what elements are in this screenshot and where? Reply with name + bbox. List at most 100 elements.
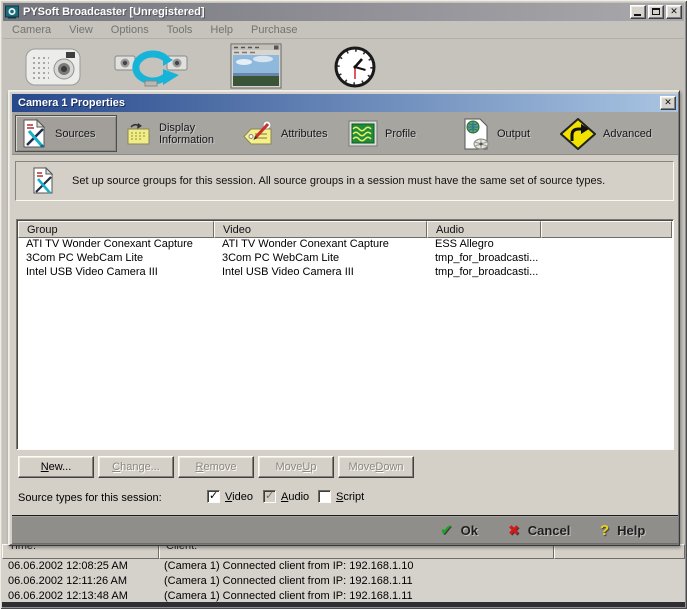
sources-info-icon xyxy=(30,166,56,196)
cell-video: ATI TV Wonder Conexant Capture xyxy=(214,238,427,252)
rotate-camera-toolbar-button[interactable] xyxy=(113,47,189,94)
check-icon: ✓ xyxy=(209,489,218,502)
cell-audio: ESS Allegro xyxy=(427,238,541,252)
ok-label: Ok xyxy=(461,523,478,538)
cell-audio: tmp_for_broadcasti... xyxy=(427,266,541,280)
tab-label: Advanced xyxy=(603,128,652,140)
dialog-title: Camera 1 Properties xyxy=(18,97,658,109)
menu-item-camera[interactable]: Camera xyxy=(3,24,60,36)
change-button[interactable]: Change... xyxy=(98,456,174,478)
script-checkbox-box[interactable]: ✓ xyxy=(318,490,331,503)
help-button[interactable]: ? Help xyxy=(600,519,645,541)
log-time: 06.06.2002 12:08:25 AM xyxy=(8,559,128,574)
tab-output[interactable]: Output xyxy=(458,115,550,152)
menubar: Camera View Options Tools Help Purchase xyxy=(3,22,684,39)
new-button[interactable]: New... xyxy=(18,456,94,478)
dialog-close-button[interactable]: ✕ xyxy=(660,96,676,110)
tab-label: Profile xyxy=(385,128,416,140)
move-down-button[interactable]: Move Down xyxy=(338,456,414,478)
menu-item-help[interactable]: Help xyxy=(201,24,242,36)
tab-profile[interactable]: Profile xyxy=(344,115,440,152)
log-column-header-time[interactable]: Time: xyxy=(2,544,159,559)
check-icon: ✓ xyxy=(265,489,274,502)
dialog-titlebar: Camera 1 Properties ✕ xyxy=(12,94,678,112)
advanced-icon xyxy=(560,118,596,150)
menu-item-options[interactable]: Options xyxy=(102,24,158,36)
tab-label: Output xyxy=(497,128,530,140)
app-icon xyxy=(5,5,19,19)
profile-icon xyxy=(348,120,378,147)
tab-display-information[interactable]: Display Information xyxy=(122,115,232,152)
camera-properties-dialog: Camera 1 Properties ✕ Sources xyxy=(8,90,680,546)
dialog-footer: ✔ Ok ✖ Cancel ? Help xyxy=(12,515,678,544)
pysoft-broadcaster-window: PYSoft Broadcaster [Unregistered] ✕ Came… xyxy=(0,0,687,609)
maximize-button[interactable] xyxy=(648,5,664,19)
help-question-icon: ? xyxy=(600,522,609,539)
menu-item-purchase[interactable]: Purchase xyxy=(242,24,306,36)
table-header: Group Video Audio xyxy=(18,221,672,238)
audio-checkbox-label: Audio xyxy=(281,491,309,503)
table-row[interactable]: Intel USB Video Camera III Intel USB Vid… xyxy=(18,266,672,280)
audio-checkbox-box[interactable]: ✓ xyxy=(263,490,276,503)
move-up-button[interactable]: Move Up xyxy=(258,456,334,478)
attributes-icon xyxy=(242,120,274,147)
close-button[interactable]: ✕ xyxy=(666,5,682,19)
help-label: Help xyxy=(617,523,645,538)
ok-check-icon: ✔ xyxy=(440,521,453,539)
script-checkbox[interactable]: ✓ Script xyxy=(318,490,364,503)
log-column-header-client[interactable]: Client: xyxy=(159,544,554,559)
minimize-icon xyxy=(634,14,641,16)
column-header-group[interactable]: Group xyxy=(18,221,214,238)
table-row[interactable]: ATI TV Wonder Conexant Capture ATI TV Wo… xyxy=(18,238,672,252)
cell-audio: tmp_for_broadcasti... xyxy=(427,252,541,266)
cancel-label: Cancel xyxy=(528,523,571,538)
menu-item-tools[interactable]: Tools xyxy=(158,24,202,36)
cell-group: 3Com PC WebCam Lite xyxy=(18,252,214,266)
source-types-label: Source types for this session: xyxy=(18,490,162,506)
sources-icon xyxy=(20,118,48,149)
tab-advanced[interactable]: Advanced xyxy=(556,115,676,152)
close-icon: ✕ xyxy=(670,6,678,16)
camera-toolbar-button[interactable] xyxy=(25,46,83,93)
cell-video: 3Com PC WebCam Lite xyxy=(214,252,427,266)
scheduler-toolbar-button[interactable] xyxy=(334,46,376,93)
column-header-empty xyxy=(541,221,672,238)
display-information-icon xyxy=(126,121,152,147)
column-header-audio[interactable]: Audio xyxy=(427,221,541,238)
main-toolbar xyxy=(3,40,684,90)
column-header-video[interactable]: Video xyxy=(214,221,427,238)
cell-group: ATI TV Wonder Conexant Capture xyxy=(18,238,214,252)
snapshot-toolbar-button[interactable] xyxy=(230,43,282,94)
audio-checkbox[interactable]: ✓ Audio xyxy=(263,490,309,503)
log-column-header-empty xyxy=(554,544,685,559)
clock-icon xyxy=(334,46,376,88)
cancel-button[interactable]: ✖ Cancel xyxy=(508,519,570,541)
maximize-icon xyxy=(652,8,660,15)
video-checkbox-box[interactable]: ✓ xyxy=(207,490,220,503)
log-list: 06.06.2002 12:08:25 AM (Camera 1) Connec… xyxy=(2,559,685,604)
close-icon: ✕ xyxy=(664,97,672,107)
info-text: Set up source groups for this session. A… xyxy=(72,175,605,187)
video-checkbox[interactable]: ✓ Video xyxy=(207,490,253,503)
log-time: 06.06.2002 12:11:26 AM xyxy=(8,574,127,589)
tab-label: Sources xyxy=(55,128,95,140)
log-row[interactable]: 06.06.2002 12:08:25 AM (Camera 1) Connec… xyxy=(2,559,685,574)
window-titlebar: PYSoft Broadcaster [Unregistered] ✕ xyxy=(3,3,684,21)
camera-rotate-icon xyxy=(113,47,189,89)
table-row[interactable]: 3Com PC WebCam Lite 3Com PC WebCam Lite … xyxy=(18,252,672,266)
log-message: (Camera 1) Connected client from IP: 192… xyxy=(164,559,413,574)
minimize-button[interactable] xyxy=(630,5,646,19)
log-message: (Camera 1) Connected client from IP: 192… xyxy=(164,574,413,589)
cancel-x-icon: ✖ xyxy=(508,522,520,539)
tab-attributes[interactable]: Attributes xyxy=(238,115,346,152)
source-groups-table: Group Video Audio ATI TV Wonder Conexant… xyxy=(16,219,674,450)
menu-item-view[interactable]: View xyxy=(60,24,102,36)
log-row[interactable]: 06.06.2002 12:11:26 AM (Camera 1) Connec… xyxy=(2,574,685,589)
cell-group: Intel USB Video Camera III xyxy=(18,266,214,280)
tab-sources[interactable]: Sources xyxy=(15,115,117,152)
video-checkbox-label: Video xyxy=(225,491,253,503)
info-panel: Set up source groups for this session. A… xyxy=(15,161,674,201)
ok-button[interactable]: ✔ Ok xyxy=(440,519,478,541)
remove-button[interactable]: Remove xyxy=(178,456,254,478)
tab-label: Attributes xyxy=(281,128,327,140)
